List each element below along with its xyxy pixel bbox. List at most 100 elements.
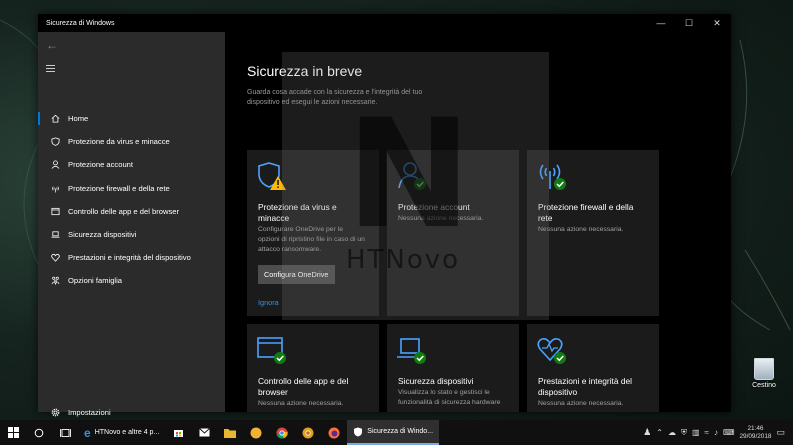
person-icon — [38, 160, 68, 170]
sidebar: ← Home Protezione da virus e minacce Pro… — [38, 32, 225, 417]
card-device-security[interactable]: Sicurezza dispositivi Visualizza lo stat… — [387, 324, 519, 412]
main-content: Sicurezza in breve Guarda cosa accade co… — [225, 32, 731, 412]
recycle-bin[interactable]: Cestino — [746, 358, 782, 389]
sidebar-nav: Home Protezione da virus e minacce Prote… — [38, 107, 225, 293]
card-virus-protection[interactable]: Protezione da virus e minacce Configurar… — [247, 150, 379, 316]
card-firewall[interactable]: Protezione firewall e della rete Nessuna… — [527, 150, 659, 316]
shield-tray-icon[interactable]: ⛨ — [681, 428, 687, 438]
shield-icon — [354, 427, 363, 436]
taskbar: e HTNovo e altre 4 p... Sicurezza di Win… — [0, 420, 793, 445]
card-account-protection[interactable]: Protezione account Nessuna azione necess… — [387, 150, 519, 316]
task-view-icon[interactable] — [52, 420, 78, 445]
clock-time: 21:46 — [747, 424, 764, 432]
card-title: Sicurezza dispositivi — [398, 376, 474, 386]
card-description: Nessuna azione necessaria. — [258, 400, 344, 407]
sidebar-item-label: Prestazioni e integrità del dispositivo — [68, 253, 191, 263]
sidebar-item-settings[interactable]: Impostazioni — [38, 402, 225, 422]
close-button[interactable]: ✕ — [703, 14, 731, 32]
card-device-performance[interactable]: Prestazioni e integrità del dispositivo … — [527, 324, 659, 412]
people-icon[interactable]: ♟ — [643, 427, 651, 438]
maximize-button[interactable]: ☐ — [675, 14, 703, 32]
window-title: Sicurezza di Windows — [46, 19, 115, 27]
store-icon[interactable] — [165, 420, 191, 445]
sidebar-item-label: Sicurezza dispositivi — [68, 230, 137, 240]
card-description: Nessuna azione necessaria. — [538, 400, 624, 407]
card-description: Configurare OneDrive per le opzioni di r… — [258, 226, 365, 253]
card-title: Controllo delle app e del browser — [258, 376, 349, 397]
app-circle-icon[interactable] — [243, 420, 269, 445]
cloud-icon[interactable]: ☁ — [668, 428, 676, 437]
heart-icon — [38, 253, 68, 262]
wifi-icon — [38, 184, 68, 193]
sidebar-item-label: Home — [68, 114, 89, 124]
card-description: Visualizza lo stato e gestisci le funzio… — [398, 389, 501, 406]
sidebar-item-home[interactable]: Home — [38, 107, 225, 130]
shield-warning-icon — [258, 162, 286, 190]
page-subtitle: Guarda cosa accade con la sicurezza e l'… — [247, 89, 423, 106]
keyboard-icon[interactable]: ⌨ — [723, 428, 735, 437]
sidebar-item-firewall[interactable]: Protezione firewall e della rete — [38, 177, 225, 200]
sidebar-item-label: Protezione da virus e minacce — [68, 137, 170, 147]
family-icon — [38, 276, 68, 286]
ignore-link[interactable]: Ignora — [258, 298, 279, 307]
sidebar-item-label: Protezione firewall e della rete — [68, 183, 170, 193]
wifi-check-icon — [539, 164, 566, 190]
title-bar: Sicurezza di Windows — ☐ ✕ — [38, 14, 731, 32]
home-icon — [38, 114, 68, 123]
search-icon[interactable] — [26, 420, 52, 445]
card-description: Nessuna azione necessaria. — [538, 226, 624, 233]
browser-check-icon — [257, 337, 286, 364]
system-tray: ♟ ⌃ ☁ ⛨ ▥ ≈ ♪ ⌨ 21:46 29/09/2018 ▭ — [643, 425, 793, 441]
sidebar-item-label: Opzioni famiglia — [68, 276, 123, 286]
card-description: Nessuna azione necessaria. — [398, 215, 484, 222]
sidebar-item-label: Controllo delle app e del browser — [68, 206, 180, 216]
laptop-check-icon — [397, 338, 426, 364]
windows-logo-icon — [7, 427, 19, 438]
shield-icon — [38, 137, 68, 147]
recycle-bin-icon — [754, 358, 774, 380]
card-app-browser[interactable]: Controllo delle app e del browser Nessun… — [247, 324, 379, 412]
recycle-bin-label: Cestino — [752, 382, 776, 389]
minimize-button[interactable]: — — [647, 14, 675, 32]
person-check-icon — [398, 162, 426, 190]
sidebar-item-account-protection[interactable]: Protezione account — [38, 153, 225, 176]
taskbar-app-label: HTNovo e altre 4 p... — [94, 429, 160, 436]
heart-check-icon — [537, 337, 566, 364]
chrome-icon[interactable] — [269, 420, 295, 445]
clock[interactable]: 21:46 29/09/2018 — [739, 425, 771, 441]
sidebar-item-virus-protection[interactable]: Protezione da virus e minacce — [38, 130, 225, 153]
browser-icon — [38, 207, 68, 216]
taskbar-app-edge[interactable]: e HTNovo e altre 4 p... — [78, 420, 165, 445]
sidebar-item-app-browser[interactable]: Controllo delle app e del browser — [38, 200, 225, 223]
security-window: Sicurezza di Windows — ☐ ✕ ← Home Protez… — [38, 14, 731, 417]
chrome-canary-icon[interactable] — [295, 420, 321, 445]
back-arrow-icon[interactable]: ← — [46, 38, 58, 52]
sidebar-item-family[interactable]: Opzioni famiglia — [38, 269, 225, 292]
taskbar-app-security[interactable]: Sicurezza di Windo... — [347, 420, 440, 445]
notifications-icon[interactable]: ▭ — [776, 427, 785, 438]
chevron-up-icon[interactable]: ⌃ — [656, 428, 663, 437]
settings-label: Impostazioni — [68, 407, 111, 417]
sidebar-item-label: Protezione account — [68, 160, 134, 170]
wifi-tray-icon[interactable]: ≈ — [705, 428, 709, 437]
edge-icon: e — [84, 425, 91, 440]
hamburger-menu-icon[interactable] — [46, 65, 55, 74]
sidebar-item-device-performance[interactable]: Prestazioni e integrità del dispositivo — [38, 246, 225, 269]
card-title: Prestazioni e integrità del dispositivo — [538, 376, 633, 397]
taskbar-app-label: Sicurezza di Windo... — [367, 428, 434, 435]
card-title: Protezione firewall e della rete — [538, 202, 634, 223]
folder-icon[interactable] — [217, 420, 243, 445]
laptop-icon — [38, 230, 68, 239]
volume-icon[interactable]: ♪ — [714, 428, 718, 437]
card-title: Protezione account — [398, 202, 470, 212]
card-title: Protezione da virus e minacce — [258, 202, 337, 223]
gear-icon — [38, 408, 68, 417]
clock-date: 29/09/2018 — [739, 432, 772, 440]
sidebar-item-device-security[interactable]: Sicurezza dispositivi — [38, 223, 225, 246]
network-icon[interactable]: ▥ — [692, 428, 700, 437]
configure-onedrive-button[interactable]: Configura OneDrive — [258, 265, 335, 284]
firefox-icon[interactable] — [321, 420, 347, 445]
page-title: Sicurezza in breve — [247, 63, 363, 79]
mail-icon[interactable] — [191, 420, 217, 445]
start-button[interactable] — [0, 420, 26, 445]
